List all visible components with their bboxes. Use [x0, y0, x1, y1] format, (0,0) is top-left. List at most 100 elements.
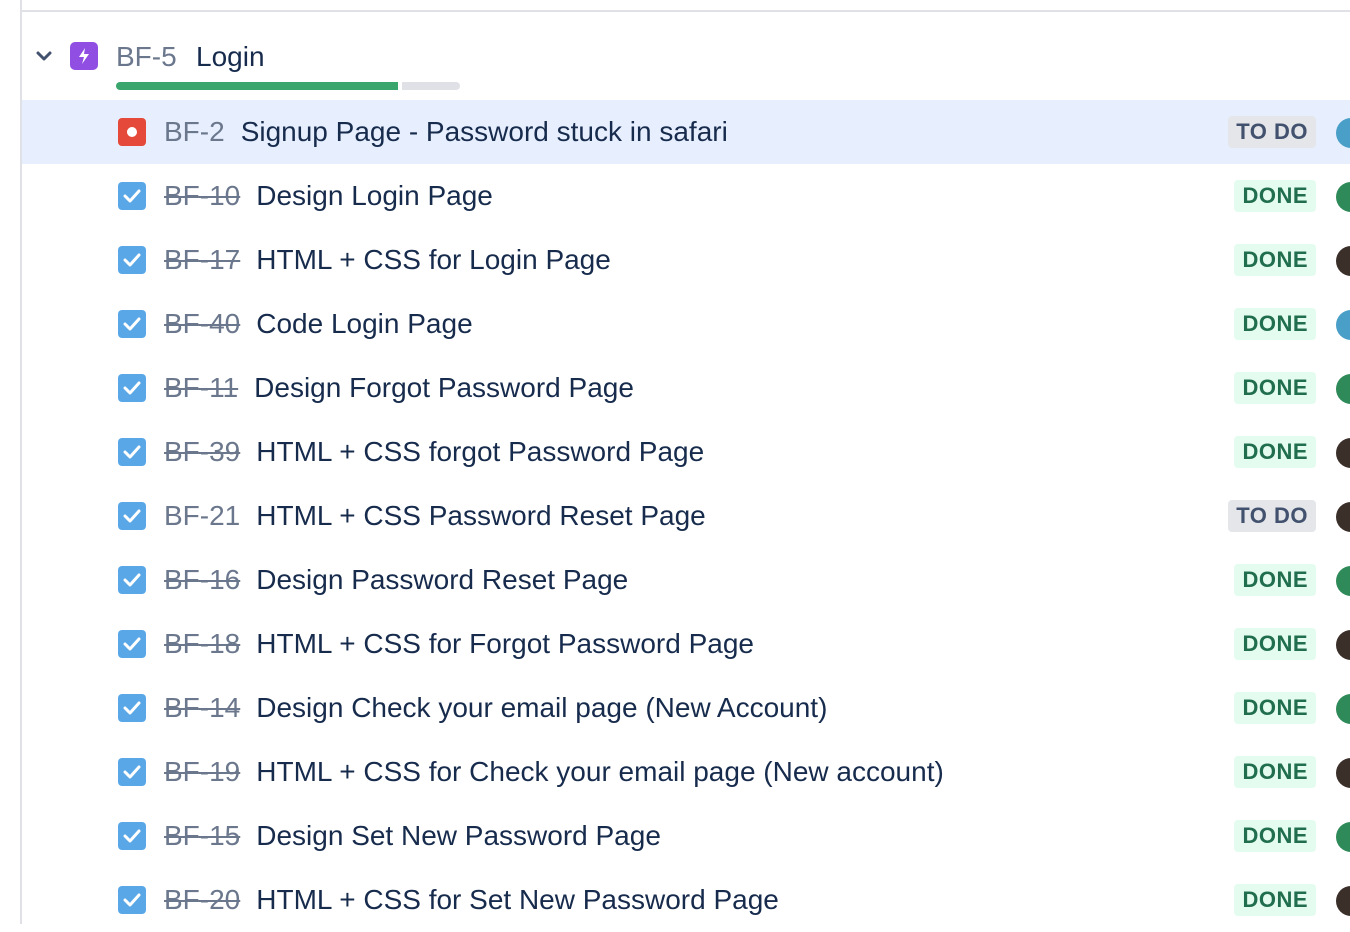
assignee-avatar[interactable]: N [1336, 310, 1350, 340]
task-checkbox-icon [118, 310, 146, 338]
status-badge[interactable]: DONE [1234, 884, 1316, 916]
assignee-avatar[interactable]: T [1336, 694, 1350, 724]
issue-title[interactable]: Design Password Reset Page [256, 564, 628, 596]
status-badge[interactable]: DONE [1234, 692, 1316, 724]
issue-key-title: BF-17 HTML + CSS for Login Page [164, 244, 611, 276]
issue-key-title: BF-10 Design Login Page [164, 180, 493, 212]
assignee-avatar[interactable]: T [1336, 822, 1350, 852]
status-badge[interactable]: DONE [1234, 756, 1316, 788]
issue-key-title: BF-19 HTML + CSS for Check your email pag… [164, 756, 944, 788]
assignee-avatar[interactable]: T [1336, 182, 1350, 212]
task-checkbox-icon [118, 374, 146, 402]
assignee-avatar[interactable] [1336, 438, 1350, 468]
status-badge[interactable]: DONE [1234, 308, 1316, 340]
epic-row[interactable]: BF-5 Login [22, 30, 1350, 98]
issue-row[interactable]: BF-40 Code Login Page DONE N [22, 292, 1350, 356]
assignee-avatar[interactable] [1336, 886, 1350, 916]
assignee-avatar[interactable] [1336, 758, 1350, 788]
issue-key-title: BF-2 Signup Page - Password stuck in safa… [164, 116, 728, 148]
issue-title[interactable]: HTML + CSS forgot Password Page [256, 436, 704, 468]
task-checkbox-icon [118, 758, 146, 786]
task-checkbox-icon [118, 694, 146, 722]
issue-key-title: BF-39 HTML + CSS forgot Password Page [164, 436, 704, 468]
issue-title[interactable]: Design Check your email page (New Accoun… [256, 692, 827, 724]
issue-key-title: BF-20 HTML + CSS for Set New Password Pag… [164, 884, 779, 916]
issue-key[interactable]: BF-40 [164, 308, 240, 340]
task-checkbox-icon [118, 822, 146, 850]
task-checkbox-icon [118, 566, 146, 594]
issue-row[interactable]: BF-15 Design Set New Password Page DONE T [22, 804, 1350, 868]
issue-key[interactable]: BF-19 [164, 756, 240, 788]
issue-row[interactable]: BF-10 Design Login Page DONE T [22, 164, 1350, 228]
issue-key[interactable]: BF-21 [164, 500, 240, 532]
issue-row[interactable]: BF-17 HTML + CSS for Login Page DONE [22, 228, 1350, 292]
assignee-avatar[interactable]: T [1336, 374, 1350, 404]
status-badge[interactable]: TO DO [1228, 116, 1316, 148]
issue-key[interactable]: BF-2 [164, 116, 225, 148]
status-badge[interactable]: DONE [1234, 564, 1316, 596]
issue-key-title: BF-15 Design Set New Password Page [164, 820, 661, 852]
issue-key-title: BF-16 Design Password Reset Page [164, 564, 628, 596]
issue-key-title: BF-18 HTML + CSS for Forgot Password Page [164, 628, 754, 660]
issue-key-title: BF-21 HTML + CSS Password Reset Page [164, 500, 706, 532]
progress-remaining [402, 82, 460, 90]
assignee-avatar[interactable] [1336, 630, 1350, 660]
epic-key[interactable]: BF-5 [116, 41, 177, 73]
issue-key[interactable]: BF-39 [164, 436, 240, 468]
chevron-down-icon[interactable] [34, 46, 54, 66]
issue-row[interactable]: BF-19 HTML + CSS for Check your email pag… [22, 740, 1350, 804]
issue-title[interactable]: HTML + CSS for Check your email page (Ne… [256, 756, 944, 788]
issue-title[interactable]: HTML + CSS for Login Page [256, 244, 611, 276]
task-checkbox-icon [118, 886, 146, 914]
task-checkbox-icon [118, 246, 146, 274]
issue-title[interactable]: Design Set New Password Page [256, 820, 661, 852]
issue-key-title: BF-11 Design Forgot Password Page [164, 372, 634, 404]
lightning-icon [70, 42, 98, 70]
issue-title[interactable]: Signup Page - Password stuck in safari [241, 116, 728, 148]
issue-key[interactable]: BF-15 [164, 820, 240, 852]
task-checkbox-icon [118, 438, 146, 466]
task-checkbox-icon [118, 630, 146, 658]
issue-row[interactable]: BF-18 HTML + CSS for Forgot Password Page… [22, 612, 1350, 676]
task-checkbox-icon [118, 182, 146, 210]
assignee-avatar[interactable] [1336, 502, 1350, 532]
issue-row[interactable]: BF-11 Design Forgot Password Page DONE T [22, 356, 1350, 420]
status-badge[interactable]: DONE [1234, 372, 1316, 404]
top-border [22, 10, 1350, 12]
issue-title[interactable]: HTML + CSS Password Reset Page [256, 500, 705, 532]
status-badge[interactable]: DONE [1234, 628, 1316, 660]
status-badge[interactable]: DONE [1234, 244, 1316, 276]
assignee-avatar[interactable]: T [1336, 566, 1350, 596]
status-badge[interactable]: DONE [1234, 180, 1316, 212]
issue-row[interactable]: BF-39 HTML + CSS forgot Password Page DONE [22, 420, 1350, 484]
issue-row[interactable]: BF-21 HTML + CSS Password Reset Page TO DO [22, 484, 1350, 548]
issue-key[interactable]: BF-17 [164, 244, 240, 276]
issue-row[interactable]: BF-16 Design Password Reset Page DONE T [22, 548, 1350, 612]
issue-key[interactable]: BF-14 [164, 692, 240, 724]
task-checkbox-icon [118, 502, 146, 530]
issue-title[interactable]: Code Login Page [256, 308, 472, 340]
bug-icon [118, 118, 146, 146]
issue-title[interactable]: HTML + CSS for Set New Password Page [256, 884, 779, 916]
assignee-avatar[interactable]: N [1336, 118, 1350, 148]
issue-row[interactable]: BF-20 HTML + CSS for Set New Password Pag… [22, 868, 1350, 932]
progress-done [116, 82, 398, 90]
issue-title[interactable]: HTML + CSS for Forgot Password Page [256, 628, 754, 660]
epic-title[interactable]: Login [196, 41, 265, 73]
issue-key[interactable]: BF-11 [164, 372, 238, 404]
status-badge[interactable]: TO DO [1228, 500, 1316, 532]
issue-row[interactable]: BF-14 Design Check your email page (New A… [22, 676, 1350, 740]
assignee-avatar[interactable] [1336, 246, 1350, 276]
issue-key[interactable]: BF-16 [164, 564, 240, 596]
issue-key[interactable]: BF-18 [164, 628, 240, 660]
status-badge[interactable]: DONE [1234, 436, 1316, 468]
issue-title[interactable]: Design Login Page [256, 180, 493, 212]
issue-key[interactable]: BF-10 [164, 180, 240, 212]
issue-key-title: BF-14 Design Check your email page (New A… [164, 692, 827, 724]
issue-title[interactable]: Design Forgot Password Page [254, 372, 634, 404]
issue-key[interactable]: BF-20 [164, 884, 240, 916]
issue-key-title: BF-40 Code Login Page [164, 308, 473, 340]
status-badge[interactable]: DONE [1234, 820, 1316, 852]
epic-progress-bar [116, 82, 460, 90]
issue-row[interactable]: BF-2 Signup Page - Password stuck in safa… [22, 100, 1350, 164]
